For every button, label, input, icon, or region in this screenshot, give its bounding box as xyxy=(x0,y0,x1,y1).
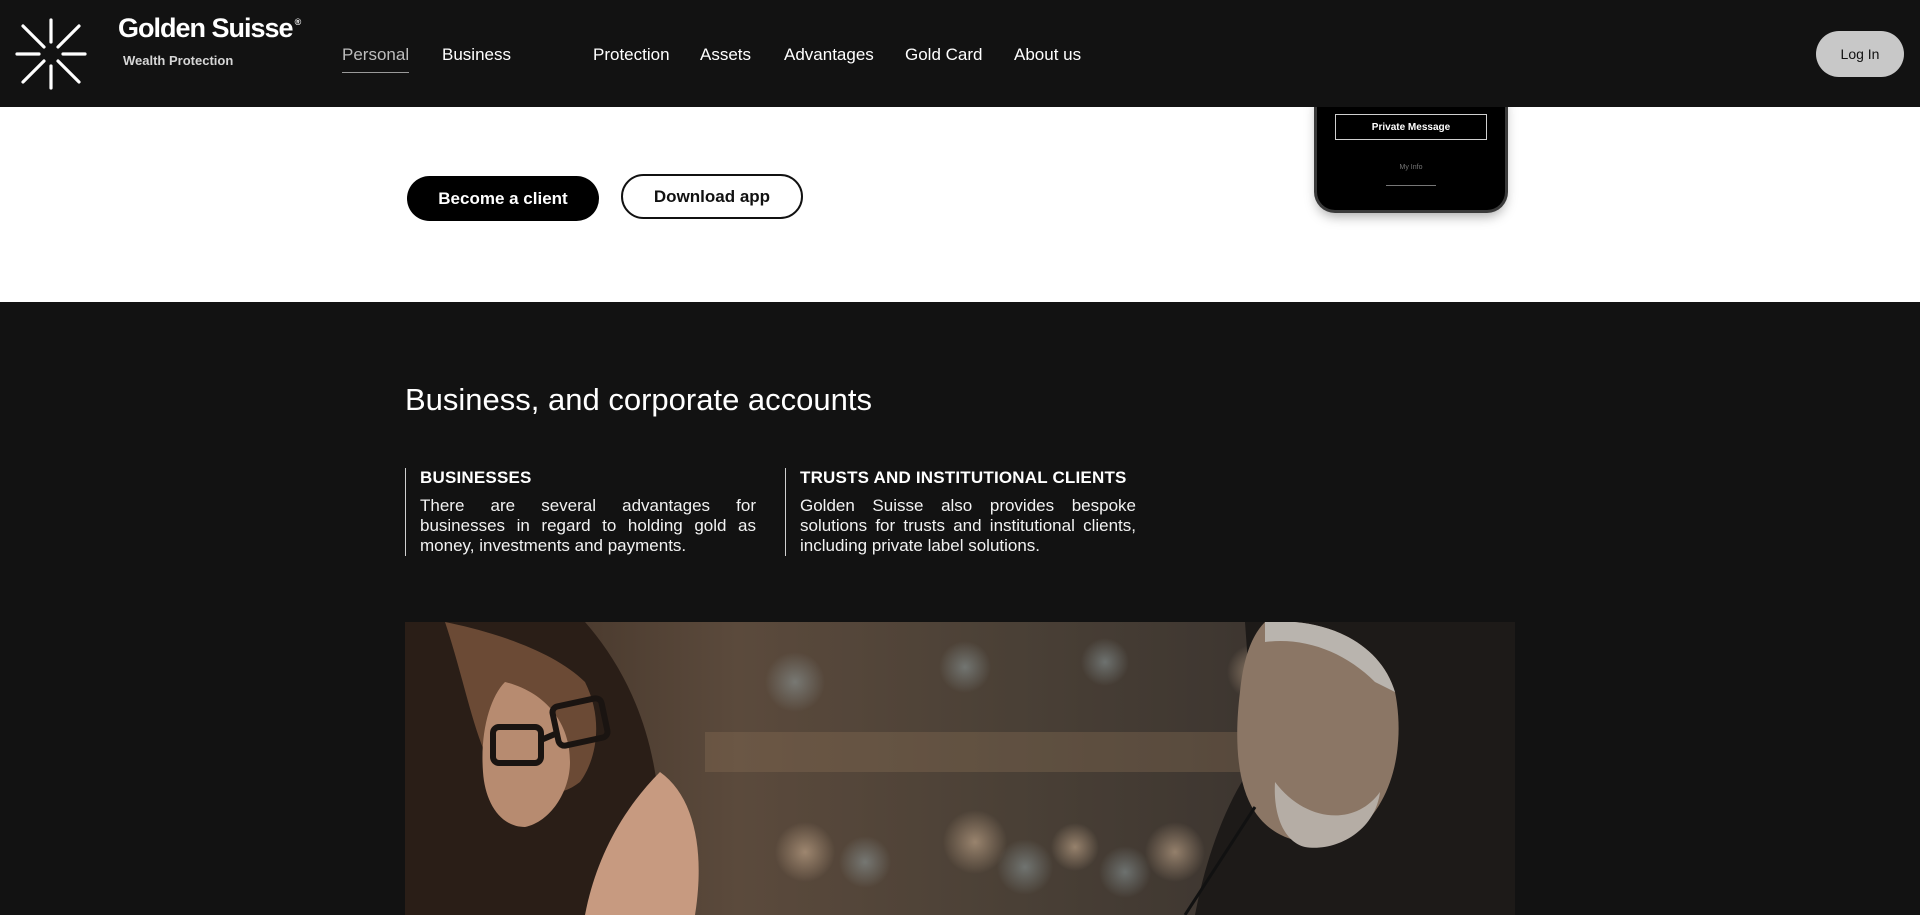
become-client-button[interactable]: Become a client xyxy=(407,176,599,221)
business-meeting-photo xyxy=(405,622,1515,915)
nav-business[interactable]: Business xyxy=(442,45,511,65)
trusts-text: Golden Suisse also provides bespoke solu… xyxy=(800,496,1136,555)
businesses-column: BUSINESSES There are several advantages … xyxy=(405,468,756,556)
phone-private-message-button: Private Message xyxy=(1335,114,1487,140)
brand-tagline: Wealth Protection xyxy=(123,53,234,68)
brand-name[interactable]: Golden Suisse ® xyxy=(118,13,301,44)
site-header: Golden Suisse ® Wealth Protection Persona… xyxy=(0,0,1920,107)
phone-mockup: Private Message My Info xyxy=(1317,97,1505,210)
nav-advantages[interactable]: Advantages xyxy=(784,45,874,65)
hero-section: Become a client Download app Private Mes… xyxy=(0,97,1920,302)
phone-home-indicator xyxy=(1386,185,1436,186)
trusts-heading: TRUSTS AND INSTITUTIONAL CLIENTS xyxy=(800,468,1127,487)
registered-mark: ® xyxy=(294,17,302,27)
nav-gold-card[interactable]: Gold Card xyxy=(905,45,982,65)
businesses-heading: BUSINESSES xyxy=(420,468,532,487)
nav-about-us[interactable]: About us xyxy=(1014,45,1081,65)
nav-personal[interactable]: Personal xyxy=(342,45,410,73)
nav-assets[interactable]: Assets xyxy=(700,45,751,65)
nav-protection[interactable]: Protection xyxy=(593,45,670,65)
meeting-photo-illustration xyxy=(405,622,1515,915)
phone-my-info: My Info xyxy=(1399,164,1423,171)
business-section-title: Business, and corporate accounts xyxy=(405,382,872,417)
starburst-logo-icon xyxy=(15,18,87,90)
businesses-text: There are several advantages for busines… xyxy=(420,496,756,555)
brand-name-text: Golden Suisse xyxy=(118,13,294,43)
trusts-column: TRUSTS AND INSTITUTIONAL CLIENTS Golden … xyxy=(785,468,1136,556)
login-button[interactable]: Log In xyxy=(1816,31,1904,77)
download-app-button[interactable]: Download app xyxy=(621,174,803,219)
